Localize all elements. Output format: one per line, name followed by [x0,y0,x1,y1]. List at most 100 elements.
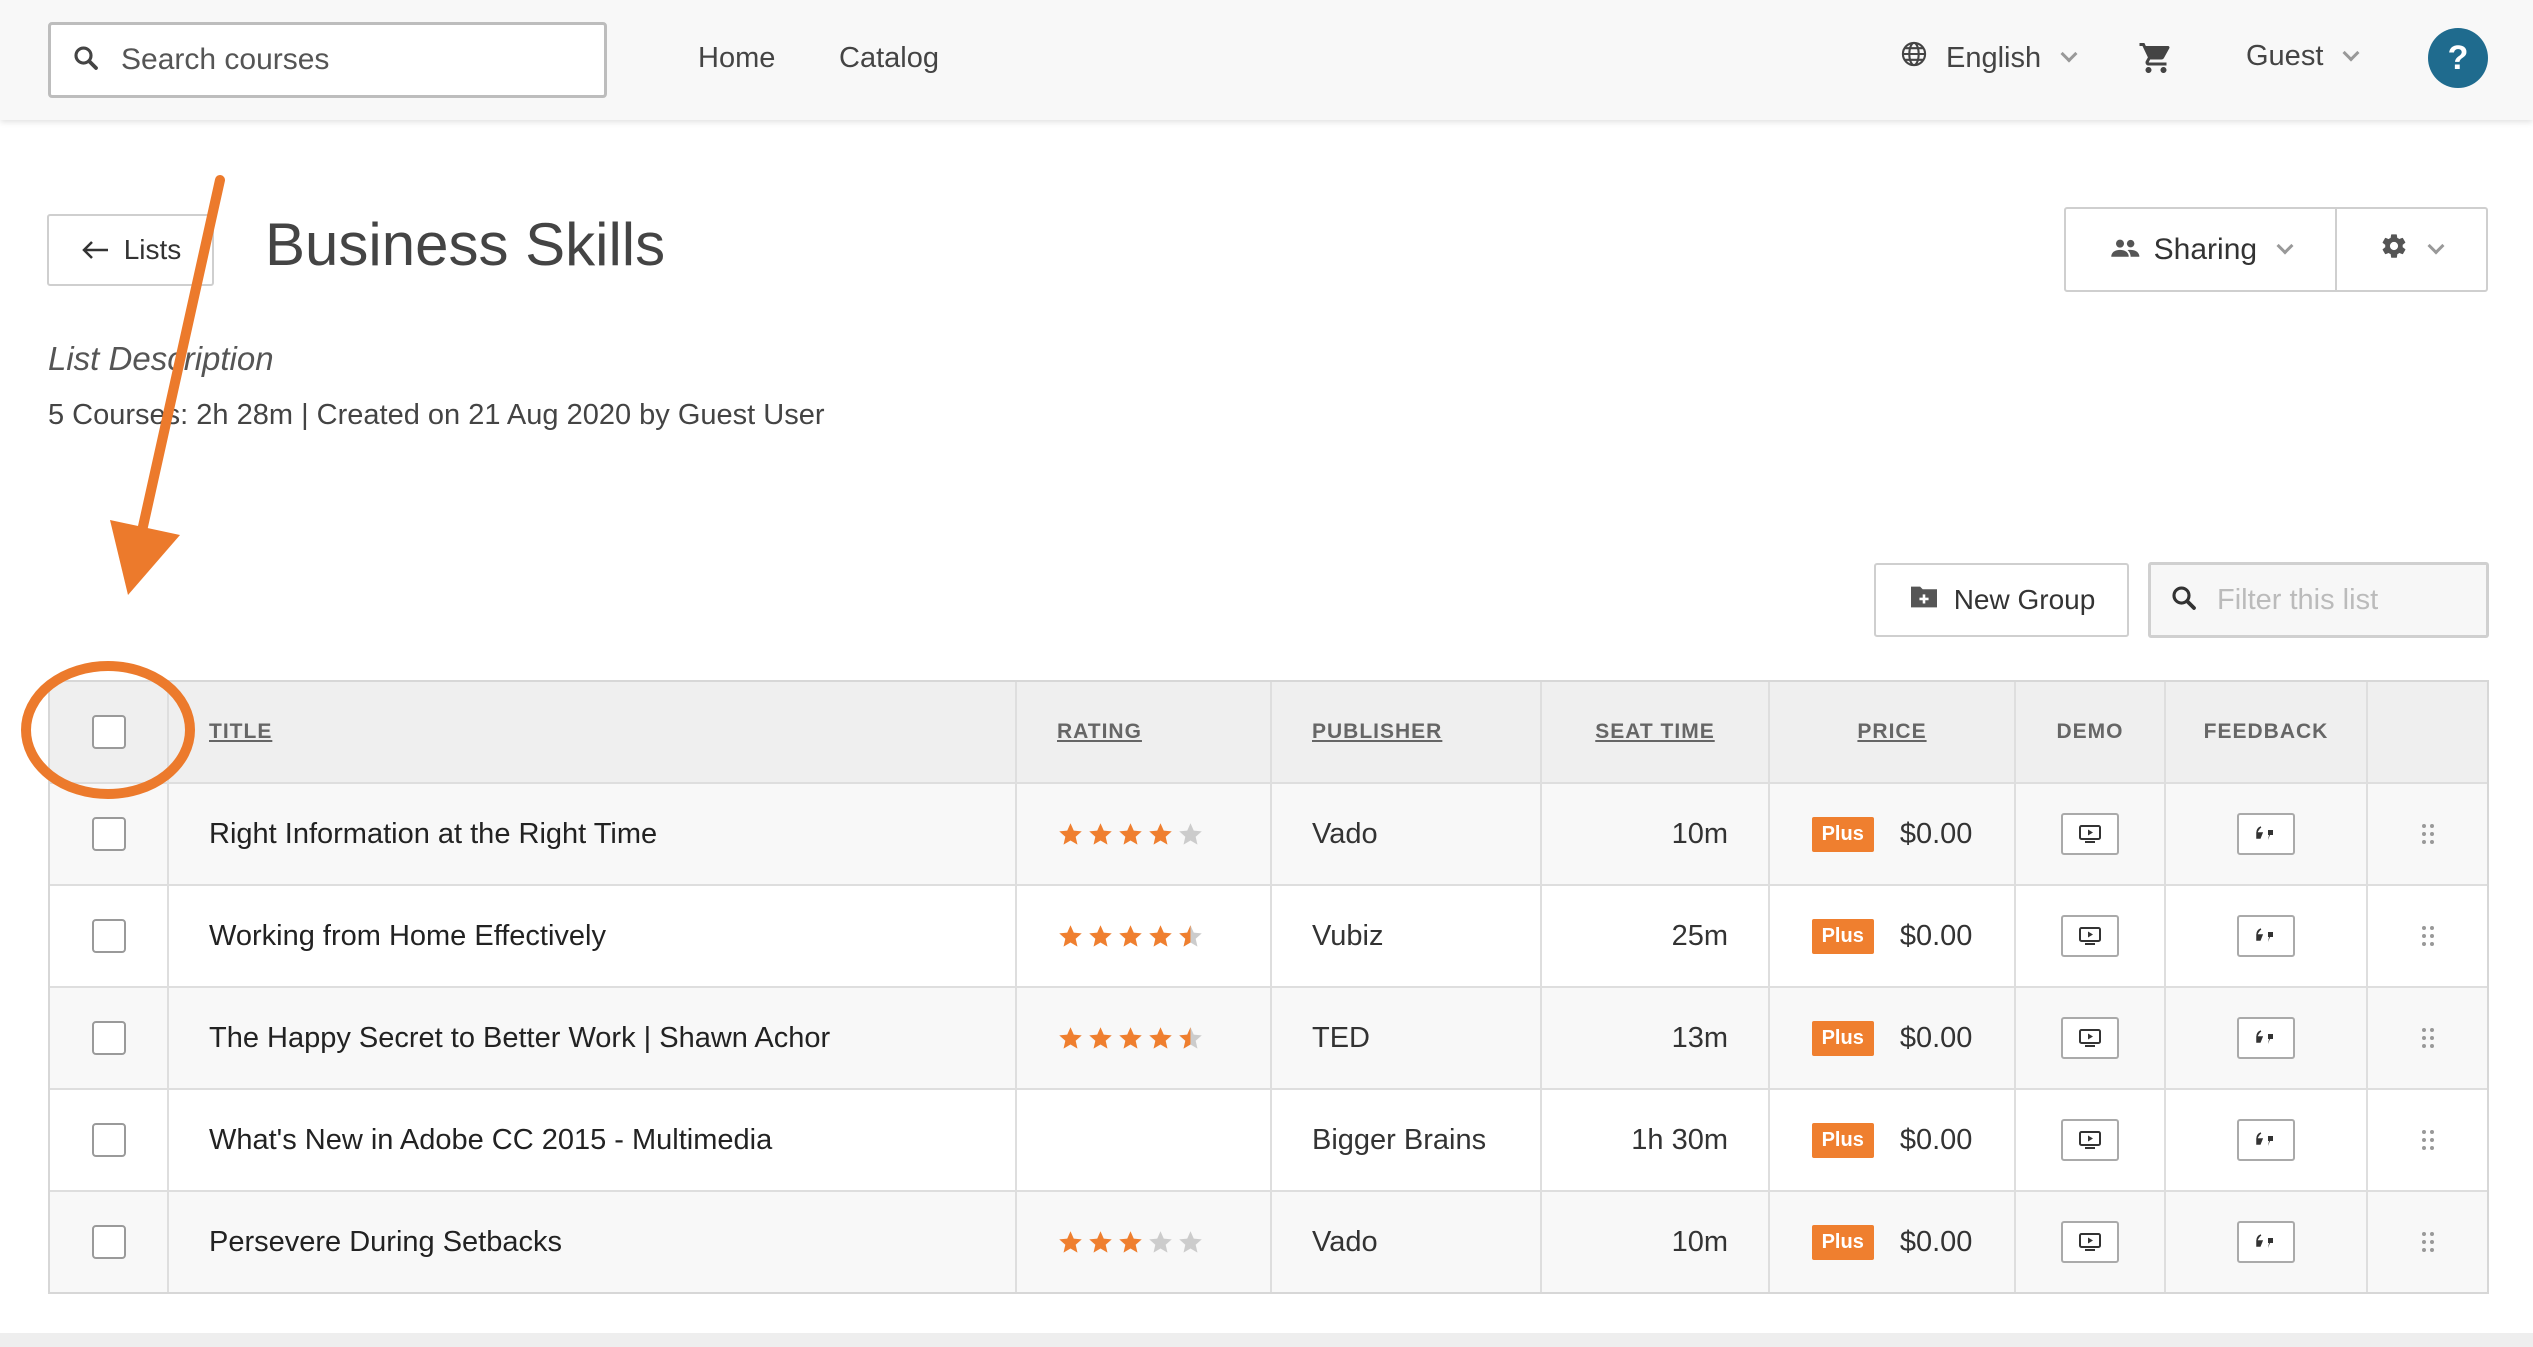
course-price: $0.00 [1899,1225,1973,1258]
demo-button[interactable] [2061,1017,2119,1059]
back-to-lists-button[interactable]: Lists [47,214,214,286]
filter-placeholder: Filter this list [2217,583,2379,616]
row-select-cell [50,784,167,884]
course-title-link[interactable]: The Happy Secret to Better Work | Shawn … [167,988,1015,1088]
settings-dropdown-button[interactable] [2337,209,2486,290]
course-title-link[interactable]: Right Information at the Right Time [167,784,1015,884]
select-all-checkbox[interactable] [91,715,126,749]
feedback-button[interactable] [2237,813,2295,855]
star-icon [1089,822,1112,845]
quote-icon [2255,1028,2277,1048]
user-menu[interactable]: Guest [2246,40,2360,73]
star-icon [1059,924,1082,947]
demo-cell [2014,988,2164,1088]
row-checkbox[interactable] [91,1225,126,1259]
list-meta-info: 5 Courses: 2h 28m | Created on 21 Aug 20… [48,399,825,431]
star-icon [1119,1026,1142,1049]
star-icon [1179,822,1202,845]
top-navigation-bar: Search courses Home Catalog English Gues… [0,0,2533,120]
drag-cell [2366,988,2487,1088]
column-header-title[interactable]: TITLE [167,682,1015,782]
sharing-dropdown-button[interactable]: Sharing [2066,209,2337,290]
help-button[interactable]: ? [2428,28,2488,88]
demo-button[interactable] [2061,1119,2119,1161]
chevron-down-icon [2060,45,2078,63]
table-row[interactable]: Persevere During Setbacks Vado 10m Plus $0.0… [50,1190,2487,1292]
feedback-button[interactable] [2237,1119,2295,1161]
table-row[interactable]: The Happy Secret to Better Work | Shawn … [50,986,2487,1088]
row-checkbox[interactable] [91,919,126,953]
plus-badge: Plus [1811,918,1874,954]
column-header-publisher[interactable]: PUBLISHER [1270,682,1540,782]
feedback-button[interactable] [2237,1221,2295,1263]
new-group-button[interactable]: New Group [1874,563,2129,637]
drag-handle-icon[interactable] [2421,1231,2435,1253]
chevron-down-icon [2342,44,2360,61]
list-description[interactable]: List Description [48,340,274,378]
drag-cell [2366,784,2487,884]
feedback-cell [2164,886,2366,986]
nav-catalog-link[interactable]: Catalog [839,42,939,75]
star-icon [1149,1026,1172,1049]
table-row[interactable]: Working from Home Effectively Vubiz 25m Plu… [50,884,2487,986]
nav-home-link[interactable]: Home [698,42,775,75]
star-icon [1059,1230,1082,1253]
row-select-cell [50,988,167,1088]
course-seat-time: 25m [1540,886,1768,986]
star-icon [1149,1230,1172,1253]
demo-button[interactable] [2061,915,2119,957]
drag-handle-icon[interactable] [2421,823,2435,845]
drag-cell [2366,1090,2487,1190]
course-seat-time: 1h 30m [1540,1090,1768,1190]
row-checkbox[interactable] [91,1021,126,1055]
chevron-down-icon [2276,237,2294,254]
table-row[interactable]: Right Information at the Right Time Vado 1… [50,782,2487,884]
cart-button[interactable] [2138,40,2174,81]
feedback-cell [2164,988,2366,1088]
row-checkbox[interactable] [91,817,126,851]
table-row[interactable]: What's New in Adobe CC 2015 - Multimedia… [50,1088,2487,1190]
star-icon [1179,1026,1202,1049]
arrow-left-icon [80,238,110,262]
quote-icon [2255,1232,2277,1252]
drag-handle-icon[interactable] [2421,1129,2435,1151]
star-icon [1119,1230,1142,1253]
star-icon [1059,1026,1082,1049]
demo-button[interactable] [2061,1221,2119,1263]
column-header-rating[interactable]: RATING [1015,682,1270,782]
star-icon [1089,1026,1112,1049]
column-header-seat-time[interactable]: SEAT TIME [1540,682,1768,782]
demo-button[interactable] [2061,813,2119,855]
filter-list-input[interactable]: Filter this list [2148,562,2489,638]
drag-handle-icon[interactable] [2421,925,2435,947]
course-list-table: TITLE RATING PUBLISHER SEAT TIME PRICE D… [48,680,2489,1294]
feedback-button[interactable] [2237,915,2295,957]
course-title-link[interactable]: What's New in Adobe CC 2015 - Multimedia [167,1090,1015,1190]
quote-icon [2255,824,2277,844]
search-courses-input[interactable]: Search courses [48,22,607,98]
folder-plus-icon [1908,584,1940,617]
course-price: $0.00 [1899,1123,1973,1156]
feedback-cell [2164,1090,2366,1190]
course-price-cell: Plus $0.00 [1768,886,2014,986]
new-group-label: New Group [1953,584,2096,615]
star-icon [1119,822,1142,845]
course-publisher: Vado [1270,1192,1540,1292]
row-checkbox[interactable] [91,1123,126,1157]
annotation-arrowhead-icon [110,520,180,595]
search-icon [71,43,101,78]
back-button-label: Lists [123,234,182,265]
language-selector[interactable]: English [1900,40,2078,76]
course-rating [1015,1090,1270,1190]
column-header-actions [2366,682,2487,782]
course-rating [1015,784,1270,884]
course-price: $0.00 [1899,1021,1973,1054]
column-header-price[interactable]: PRICE [1768,682,2014,782]
people-icon [2110,233,2140,267]
star-icon [1119,924,1142,947]
drag-handle-icon[interactable] [2421,1027,2435,1049]
course-title-link[interactable]: Persevere During Setbacks [167,1192,1015,1292]
column-header-feedback: FEEDBACK [2164,682,2366,782]
course-title-link[interactable]: Working from Home Effectively [167,886,1015,986]
feedback-button[interactable] [2237,1017,2295,1059]
